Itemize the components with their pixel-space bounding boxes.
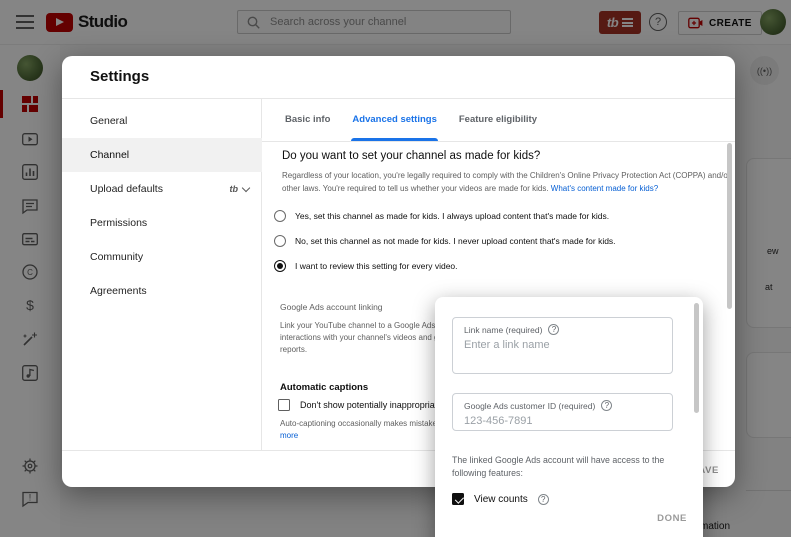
tubebuddy-mini-icon: tb [229,184,239,194]
nav-item-general[interactable]: General [62,104,262,138]
tab-feature-eligibility[interactable]: Feature eligibility [448,98,548,141]
google-ads-link-popup: Link name (required) ? Google Ads custom… [435,297,703,537]
customer-id-label: Google Ads customer ID (required) [464,400,596,411]
dialog-scrollbar-thumb[interactable] [727,143,732,309]
popup-scrollbar-thumb[interactable] [694,303,699,413]
nav-item-agreements[interactable]: Agreements [62,274,262,308]
checkbox-checked-icon [452,493,464,505]
link-name-input[interactable] [453,336,648,351]
help-icon[interactable]: ? [548,324,560,335]
nav-item-permissions[interactable]: Permissions [62,206,262,240]
linked-account-features-intro: The linked Google Ads account will have … [452,455,665,478]
made-for-kids-question: Do you want to set your channel as made … [282,150,541,162]
tab-basic-info[interactable]: Basic info [274,98,341,141]
settings-nav: General Channel Upload defaults tb Permi… [62,98,262,451]
customer-id-input[interactable] [453,412,648,427]
made-for-kids-description: Regardless of your location, you're lega… [282,171,731,193]
help-icon[interactable]: ? [601,400,613,411]
link-name-label: Link name (required) [464,324,543,335]
done-button[interactable]: DONE [657,513,687,524]
tab-advanced-settings[interactable]: Advanced settings [341,98,447,141]
radio-option-yes-made-for-kids[interactable]: Yes, set this channel as made for kids. … [274,208,609,224]
help-icon[interactable]: ? [537,493,549,505]
link-name-field[interactable]: Link name (required) ? [452,317,673,374]
customer-id-field[interactable]: Google Ads customer ID (required) ? [452,393,673,431]
nav-item-upload-defaults[interactable]: Upload defaults tb [62,172,262,206]
nav-item-channel[interactable]: Channel [62,138,262,172]
whats-content-made-for-kids-link[interactable]: What's content made for kids? [551,184,658,193]
checkbox-unchecked-icon [278,399,290,411]
chevron-down-icon[interactable] [241,183,251,192]
radio-icon [274,235,286,247]
view-counts-checkbox[interactable]: View counts ? [452,493,549,505]
radio-selected-icon [274,260,286,272]
youtube-studio-app: Studio tb ? CREATE [0,0,791,537]
dialog-title: Settings [90,68,150,85]
automatic-captions-heading: Automatic captions [280,382,369,393]
radio-icon [274,210,286,222]
radio-option-review-every-video[interactable]: I want to review this setting for every … [274,258,458,274]
google-ads-linking-label: Google Ads account linking [280,302,383,312]
radio-option-not-made-for-kids[interactable]: No, set this channel as not made for kid… [274,233,616,249]
channel-settings-tabs: Basic info Advanced settings Feature eli… [262,98,735,142]
nav-item-community[interactable]: Community [62,240,262,274]
